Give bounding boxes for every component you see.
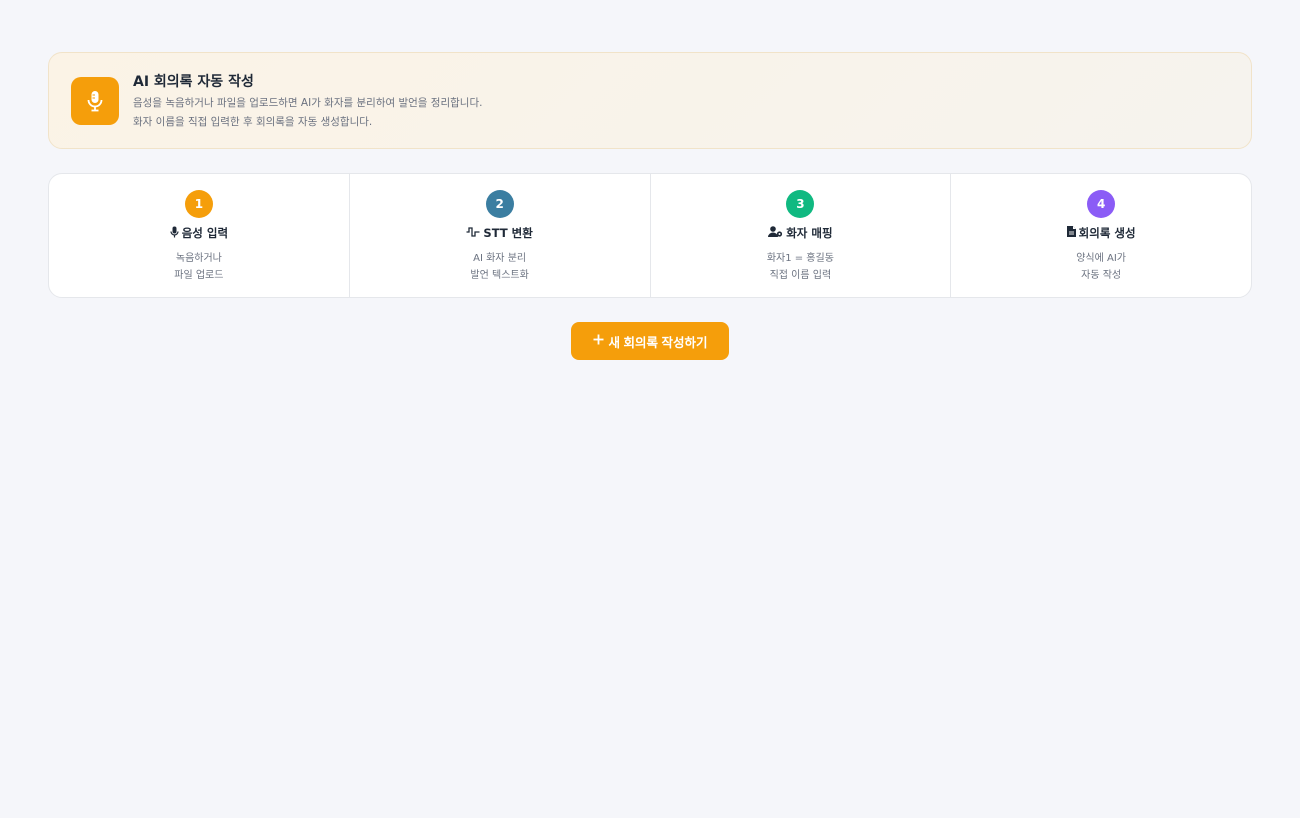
microphone-icon: [170, 226, 179, 241]
intro-banner: AI 회의록 자동 작성 음성을 녹음하거나 파일을 업로드하면 AI가 화자를…: [48, 52, 1252, 149]
waveform-icon: [466, 226, 480, 240]
step-description: 자동 작성: [1081, 270, 1122, 281]
new-minutes-label: 새 회의록 작성하기: [608, 335, 708, 350]
banner-description: 음성을 녹음하거나 파일을 업로드하면 AI가 화자를 분리하여 발언을 정리합…: [133, 97, 483, 109]
step-title: 화자 매핑: [651, 225, 951, 241]
step-number-badge: 4: [1087, 190, 1116, 218]
step-speaker-mapping: 3 화자 매핑 화자1 = 홍길동 직접 이름 입력: [649, 174, 951, 297]
step-generate-minutes: 4 회의록 생성 양식에 AI가 자동 작성: [950, 174, 1251, 297]
banner-description: 화자 이름을 직접 입력한 후 회의록을 자동 생성합니다.: [133, 116, 373, 128]
plus-icon: [593, 334, 604, 348]
user-tag-icon: [768, 226, 783, 240]
step-number-badge: 3: [786, 190, 815, 218]
step-number-badge: 1: [184, 190, 213, 218]
step-title: 음성 입력: [49, 225, 349, 241]
step-description: 양식에 AI가: [1076, 253, 1127, 264]
step-number-badge: 2: [485, 190, 514, 218]
step-description: 녹음하거나: [175, 253, 222, 264]
step-description: 파일 업로드: [174, 270, 224, 281]
step-description: 화자1 = 홍길동: [766, 253, 834, 264]
step-description: AI 화자 분리: [473, 253, 527, 264]
step-stt: 2 STT 변환 AI 화자 분리 발언 텍스트화: [348, 174, 650, 297]
document-icon: [1066, 226, 1076, 240]
step-title: 회의록 생성: [951, 225, 1251, 241]
page-title: AI 회의록 자동 작성: [133, 74, 254, 90]
step-description: 발언 텍스트화: [470, 270, 529, 281]
step-title: STT 변환: [350, 225, 650, 241]
microphone-icon: [71, 77, 119, 125]
process-steps: 1 음성 입력 녹음하거나 파일 업로드 2 STT 변환 AI 화자 분리 발…: [48, 173, 1252, 298]
new-minutes-button[interactable]: 새 회의록 작성하기: [571, 322, 729, 360]
step-voice-input: 1 음성 입력 녹음하거나 파일 업로드: [49, 174, 349, 297]
step-description: 직접 이름 입력: [769, 270, 832, 281]
